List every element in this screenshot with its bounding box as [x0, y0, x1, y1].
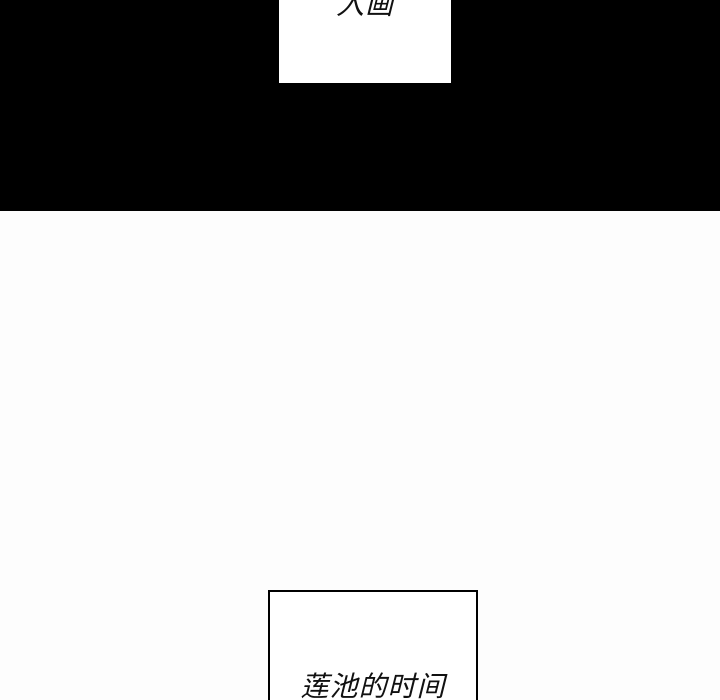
bottom-caption-text: 莲池的时间 [300, 670, 446, 700]
comic-page: 入画 莲池的时间 [0, 0, 720, 700]
black-panel: 入画 [0, 0, 720, 211]
bottom-caption-box: 莲池的时间 [268, 590, 478, 700]
top-caption-box: 入画 [279, 0, 451, 83]
top-caption-text: 入画 [335, 0, 394, 21]
